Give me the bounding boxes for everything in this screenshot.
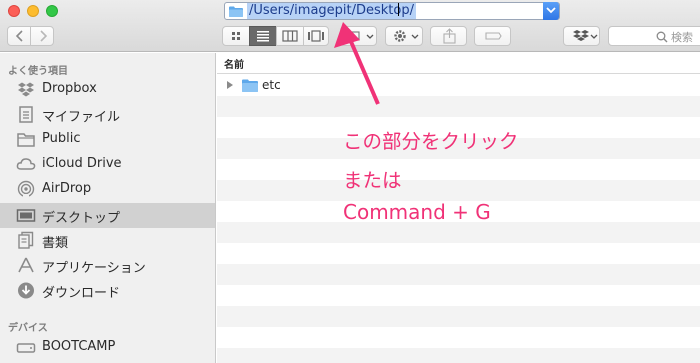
sidebar: よく使う項目 Dropbox マイファイル Public iCloud Driv…	[0, 53, 216, 363]
sidebar-item-icloud-drive[interactable]: iCloud Drive	[0, 152, 215, 177]
downloads-icon	[18, 282, 34, 299]
toolbar: /Users/imagepit/Desktop/ 検索	[0, 0, 700, 52]
cover-flow-icon	[308, 30, 324, 42]
go-to-folder-field[interactable]: /Users/imagepit/Desktop/	[224, 2, 560, 20]
action-button[interactable]	[385, 26, 423, 46]
sidebar-item-public[interactable]: Public	[0, 127, 215, 152]
airdrop-icon	[17, 180, 35, 199]
column-header-name[interactable]: 名前	[217, 53, 700, 74]
column-title: 名前	[224, 60, 244, 71]
dropbox-icon	[18, 82, 34, 97]
sidebar-item-label: マイファイル	[42, 110, 121, 125]
minimize-button[interactable]	[27, 5, 39, 17]
chevron-down-icon	[546, 7, 556, 14]
close-button[interactable]	[8, 5, 20, 17]
search-icon	[656, 31, 668, 43]
sidebar-item-bootcamp[interactable]: BOOTCAMP	[0, 335, 215, 360]
sidebar-item-label: Public	[42, 131, 81, 146]
sidebar-item-all-my-files[interactable]: マイファイル	[0, 102, 215, 127]
folder-icon	[17, 133, 35, 147]
disclosure-triangle-icon[interactable]	[226, 80, 234, 90]
devices-header: デバイス	[8, 323, 48, 334]
list-icon	[257, 31, 269, 42]
all-my-files-icon	[19, 106, 33, 123]
sidebar-item-label: アプリケーション	[42, 261, 146, 276]
sidebar-item-airdrop[interactable]: AirDrop	[0, 177, 215, 202]
tags-button[interactable]	[474, 26, 511, 46]
sidebar-item-dropbox[interactable]: Dropbox	[0, 77, 215, 102]
sidebar-item-label: iCloud Drive	[42, 156, 122, 171]
sidebar-item-label: BOOTCAMP	[42, 339, 116, 354]
sidebar-item-documents[interactable]: 書類	[0, 228, 215, 253]
forward-button[interactable]	[30, 26, 54, 46]
search-placeholder: 検索	[671, 31, 693, 44]
chevron-right-icon	[40, 30, 48, 42]
sidebar-item-label: AirDrop	[42, 181, 92, 196]
sidebar-item-label: 書類	[42, 236, 69, 251]
zoom-button[interactable]	[46, 5, 58, 17]
path-text[interactable]: /Users/imagepit/Desktop/	[247, 3, 416, 19]
column-view-button[interactable]	[276, 26, 304, 46]
text-caret	[398, 3, 399, 16]
chevron-left-icon	[15, 30, 23, 42]
share-icon	[443, 28, 456, 44]
grid-icon	[232, 32, 240, 40]
sidebar-item-label: ダウンロード	[42, 286, 121, 301]
sidebar-item-label: デスクトップ	[42, 211, 121, 226]
favorites-header: よく使う項目	[8, 66, 68, 77]
columns-icon	[282, 30, 298, 42]
file-name: etc	[262, 78, 281, 92]
back-button[interactable]	[7, 26, 31, 46]
dropbox-button[interactable]	[563, 26, 600, 46]
icon-view-button[interactable]	[222, 26, 250, 46]
tag-icon	[485, 32, 502, 40]
annotation-text: Command + G	[343, 200, 491, 224]
desktop-icon	[16, 209, 36, 222]
list-view-button[interactable]	[249, 26, 277, 46]
folder-icon	[229, 6, 243, 17]
annotation-text: この部分をクリック	[343, 130, 519, 153]
sidebar-item-applications[interactable]: アプリケーション	[0, 253, 215, 278]
sidebar-item-desktop[interactable]: デスクトップ	[0, 203, 215, 228]
arrange-button[interactable]	[340, 26, 377, 46]
path-dropdown-button[interactable]	[543, 2, 559, 20]
documents-icon	[18, 231, 34, 249]
share-button[interactable]	[430, 26, 467, 46]
search-field[interactable]: 検索	[608, 26, 700, 46]
cover-flow-button[interactable]	[303, 26, 329, 46]
list-item[interactable]: etc	[217, 75, 700, 96]
annotation-text: または	[343, 169, 402, 192]
cloud-icon	[16, 158, 36, 170]
finder-window: /Users/imagepit/Desktop/ 検索 よく使う項目 Dropb…	[0, 0, 700, 363]
sidebar-item-downloads[interactable]: ダウンロード	[0, 278, 215, 303]
drive-icon	[16, 343, 36, 353]
arrange-icon	[346, 31, 374, 41]
folder-icon	[242, 79, 258, 92]
gear-icon	[394, 30, 419, 42]
applications-icon	[18, 257, 34, 273]
sidebar-item-label: Dropbox	[42, 81, 97, 96]
dropbox-icon	[573, 30, 598, 41]
